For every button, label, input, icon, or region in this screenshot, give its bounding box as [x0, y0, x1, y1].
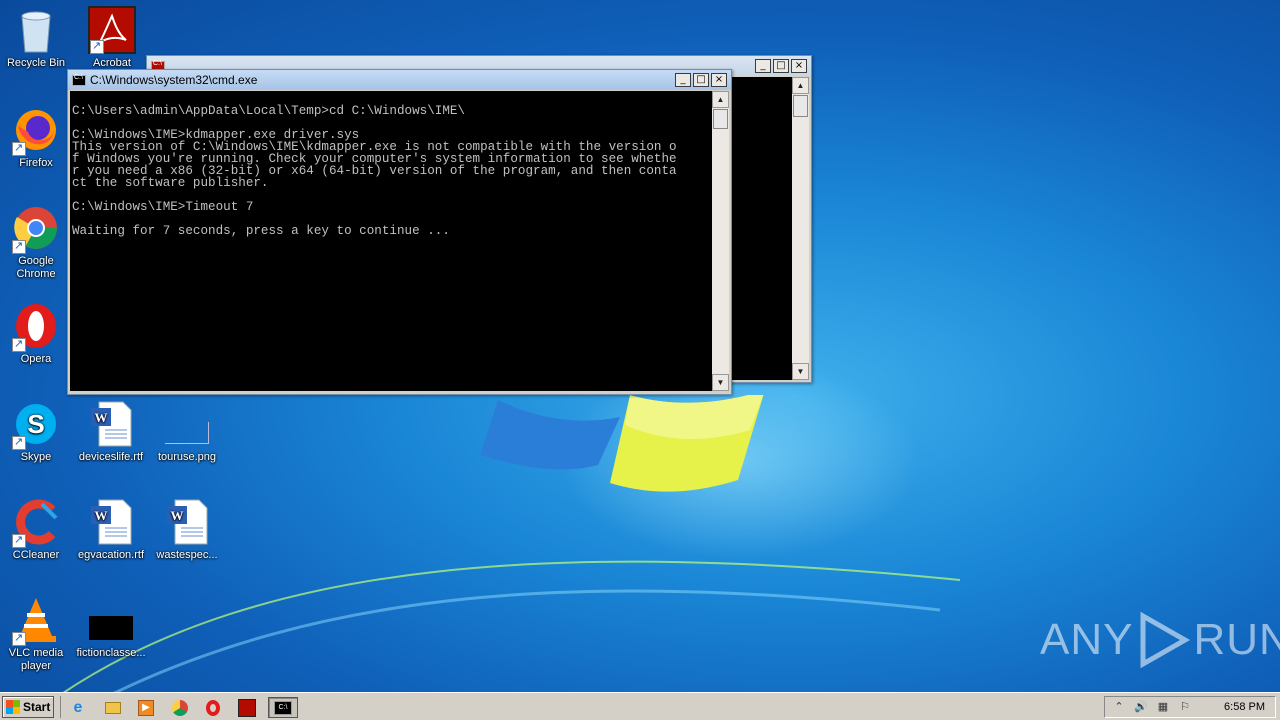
desktop-icon-deviceslife[interactable]: W deviceslife.rtf: [73, 400, 149, 464]
desktop-icon-label: Skype: [20, 451, 52, 463]
close-button[interactable]: ×: [711, 73, 727, 87]
svg-text:W: W: [171, 508, 184, 523]
shortcut-arrow-icon: [12, 337, 26, 352]
scroll-up-button[interactable]: ▲: [792, 77, 809, 94]
scroll-thumb[interactable]: [713, 109, 728, 129]
desktop-icon-acrobat[interactable]: Acrobat: [74, 6, 150, 70]
cmd-icon[interactable]: C:\: [268, 697, 298, 718]
desktop-icon-label: deviceslife.rtf: [78, 451, 144, 463]
desktop-icon-label: touruse.png: [157, 451, 217, 463]
svg-text:W: W: [95, 410, 108, 425]
windows-logo-wallpaper: [480, 395, 764, 492]
start-button[interactable]: Start: [2, 696, 54, 718]
window-title: C:\Windows\system32\cmd.exe: [90, 73, 258, 87]
ccleaner-icon: [12, 498, 60, 548]
media-player-icon[interactable]: ▶: [134, 697, 158, 718]
desktop-icon-skype[interactable]: S Skype: [0, 400, 74, 464]
windows-flag-icon: [6, 700, 20, 714]
background-scrollbar[interactable]: ▲ ▼: [792, 77, 809, 380]
explorer-icon[interactable]: [101, 697, 125, 718]
shortcut-arrow-icon: [12, 435, 26, 450]
clock[interactable]: 6:58 PM: [1224, 701, 1265, 713]
shortcut-arrow-icon: [90, 39, 104, 54]
svg-text:S: S: [27, 409, 44, 439]
watermark-text-left: ANY: [1040, 615, 1134, 664]
scroll-thumb[interactable]: [793, 95, 808, 117]
watermark-text-right: RUN: [1193, 615, 1280, 664]
shortcut-arrow-icon: [12, 631, 26, 646]
play-logo-icon: [1140, 612, 1191, 668]
start-label: Start: [23, 700, 51, 714]
word-doc-icon: W: [163, 498, 211, 546]
action-center-flag-icon[interactable]: ⚐: [1177, 700, 1193, 714]
maximize-button[interactable]: □: [773, 59, 789, 73]
minimize-button[interactable]: _: [755, 59, 771, 73]
shortcut-arrow-icon: [12, 239, 26, 254]
volume-icon[interactable]: 🔊: [1133, 700, 1149, 714]
firefox-icon: [12, 106, 60, 156]
ie-icon[interactable]: e: [66, 697, 90, 718]
scroll-down-button[interactable]: ▼: [712, 374, 729, 391]
opera-icon: [12, 302, 60, 352]
desktop-icon-label: Opera: [20, 353, 52, 365]
close-button[interactable]: ×: [791, 59, 807, 73]
chrome-icon[interactable]: [168, 697, 192, 718]
show-hidden-icons-icon[interactable]: ⌃: [1111, 700, 1127, 714]
desktop-icon-firefox[interactable]: Firefox: [0, 106, 74, 170]
cmd-icon: [72, 74, 86, 86]
desktop-icon-label: CCleaner: [12, 549, 60, 561]
svg-text:W: W: [95, 508, 108, 523]
chrome-icon: [12, 204, 60, 254]
word-doc-icon: W: [87, 498, 135, 546]
word-doc-icon: W: [87, 400, 135, 448]
desktop-icon-vlc[interactable]: VLC media player: [0, 596, 74, 673]
desktop-icon-touruse[interactable]: touruse.png: [149, 400, 225, 464]
cmd-scrollbar[interactable]: ▲ ▼: [712, 91, 729, 391]
desktop-icon-ccleaner[interactable]: CCleaner: [0, 498, 74, 562]
network-icon[interactable]: ▦: [1155, 700, 1171, 714]
recycle-bin-icon: [12, 6, 60, 54]
vlc-icon: [12, 596, 60, 646]
acrobat-icon: [88, 6, 136, 54]
shortcut-arrow-icon: [12, 141, 26, 156]
image-file-icon: [87, 596, 135, 644]
maximize-button[interactable]: □: [693, 73, 709, 87]
taskbar: Start e ▶ C:\ ⌃ 🔊 ▦ ⚐ 6:58 PM: [0, 692, 1280, 720]
desktop-icon-egvacation[interactable]: W egvacation.rtf: [73, 498, 149, 562]
anyrun-watermark: ANY RUN: [1040, 612, 1280, 668]
system-tray: ⌃ 🔊 ▦ ⚐ 6:58 PM: [1104, 696, 1276, 718]
desktop-icon-wastespec[interactable]: W wastespec...: [149, 498, 225, 562]
desktop-icon-recycle-bin[interactable]: Recycle Bin: [0, 6, 74, 70]
console-output[interactable]: C:\Users\admin\AppData\Local\Temp>cd C:\…: [70, 91, 712, 391]
desktop-icon-fictionclasse[interactable]: fictionclasse...: [73, 596, 149, 660]
desktop-icon-label: VLC media player: [8, 647, 64, 672]
image-file-icon: [163, 400, 211, 448]
cmd-window[interactable]: C:\Windows\system32\cmd.exe _ □ × C:\Use…: [67, 69, 732, 395]
desktop-icon-chrome[interactable]: Google Chrome: [0, 204, 74, 281]
opera-icon[interactable]: [201, 697, 225, 718]
desktop-icon-label: egvacation.rtf: [77, 549, 145, 561]
shortcut-arrow-icon: [12, 533, 26, 548]
desktop-icon-label: fictionclasse...: [76, 647, 146, 659]
minimize-button[interactable]: _: [675, 73, 691, 87]
desktop-icon-label: Recycle Bin: [6, 57, 66, 69]
acrobat-icon[interactable]: [235, 697, 259, 718]
desktop-icon-opera[interactable]: Opera: [0, 302, 74, 366]
scroll-up-button[interactable]: ▲: [712, 91, 729, 108]
taskbar-divider: [60, 696, 61, 718]
desktop-icon-label: Firefox: [19, 157, 53, 169]
skype-icon: S: [12, 400, 60, 450]
scroll-down-button[interactable]: ▼: [792, 363, 809, 380]
desktop-icon-label: Google Chrome: [16, 255, 56, 280]
cmd-window-titlebar[interactable]: C:\Windows\system32\cmd.exe _ □ ×: [68, 70, 731, 90]
desktop-icon-label: wastespec...: [156, 549, 218, 561]
